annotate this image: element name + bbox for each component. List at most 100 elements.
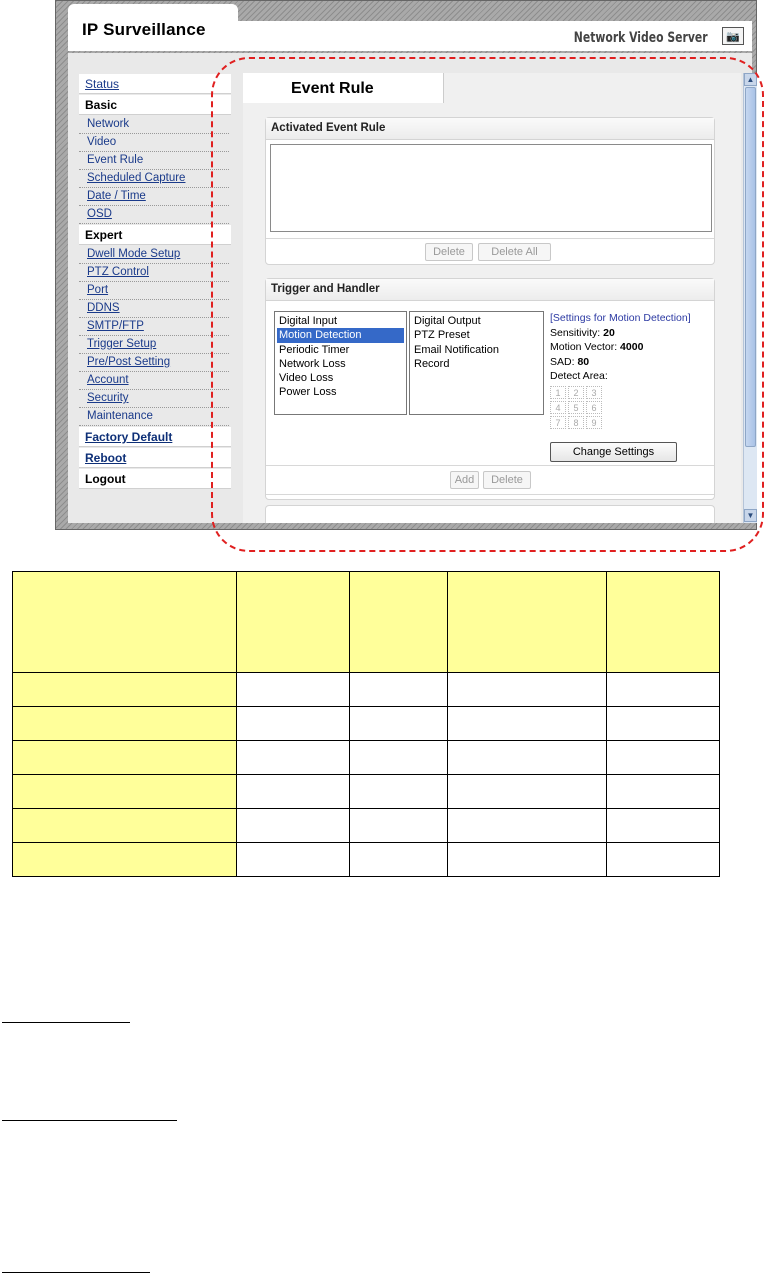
scroll-up-icon[interactable]: ▲ <box>744 73 757 86</box>
sidebar-item-smtp-ftp[interactable]: SMTP/FTP <box>79 318 229 336</box>
table-cell <box>349 706 448 741</box>
sensitivity-label: Sensitivity: <box>550 326 601 339</box>
list-item[interactable]: Email Notification <box>412 343 541 357</box>
list-item[interactable]: Network Loss <box>277 357 404 371</box>
sidebar-item-account[interactable]: Account <box>79 372 229 390</box>
sensitivity-value: 20 <box>603 326 615 339</box>
table-row <box>12 842 720 877</box>
document-table <box>12 571 720 877</box>
detect-area-grid: 1 2 3 4 5 6 7 8 9 <box>550 385 691 429</box>
detect-area-cell: 5 <box>568 400 584 414</box>
scroll-down-icon[interactable]: ▼ <box>744 509 757 522</box>
activated-rule-list[interactable] <box>270 144 712 232</box>
scroll-thumb[interactable] <box>745 87 756 447</box>
table-cell <box>349 672 448 707</box>
trigger-delete-button[interactable]: Delete <box>483 471 531 489</box>
detect-area-cell: 3 <box>586 385 602 399</box>
list-item[interactable]: Digital Input <box>277 314 404 328</box>
table-row-label <box>12 774 237 809</box>
table-row-label <box>12 706 237 741</box>
change-settings-button[interactable]: Change Settings <box>550 442 677 462</box>
table-cell <box>447 842 607 877</box>
detect-area-cell: 2 <box>568 385 584 399</box>
sidebar-item-dwell-mode[interactable]: Dwell Mode Setup <box>79 246 229 264</box>
sidebar-item-logout[interactable]: Logout <box>79 469 231 489</box>
table-cell <box>447 706 607 741</box>
list-item[interactable]: Record <box>412 357 541 371</box>
vertical-scrollbar[interactable]: ▲ ▼ <box>743 73 757 523</box>
section-heading: Activated Event Rule <box>266 118 714 140</box>
divider <box>266 238 714 239</box>
table-row-label <box>12 808 237 843</box>
trigger-list[interactable]: Digital Input Motion Detection Periodic … <box>274 311 407 415</box>
content-area: Status Basic Network Video Event Rule Sc… <box>68 53 757 523</box>
detect-area-label: Detect Area: <box>550 370 608 382</box>
table-cell <box>447 672 607 707</box>
table-header-cell <box>12 571 237 673</box>
sidebar-section-expert: Expert <box>79 225 231 245</box>
sidebar-item-date-time[interactable]: Date / Time <box>79 188 229 206</box>
sidebar-item-security[interactable]: Security <box>79 390 229 408</box>
motion-vector-label: Motion Vector: <box>550 341 618 353</box>
table-row <box>12 706 720 741</box>
heading-underline <box>2 1272 150 1273</box>
divider <box>266 465 714 466</box>
detect-area-cell: 1 <box>550 385 566 399</box>
camera-icon[interactable]: 📷 <box>722 27 744 45</box>
list-item[interactable]: Power Loss <box>277 385 404 399</box>
table-header-cell <box>447 571 607 673</box>
add-button[interactable]: Add <box>450 471 479 489</box>
delete-button[interactable]: Delete <box>425 243 473 261</box>
table-header-cell <box>236 571 350 673</box>
sidebar-item-trigger-setup[interactable]: Trigger Setup <box>79 336 229 354</box>
table-cell <box>447 740 607 775</box>
list-item-selected[interactable]: Motion Detection <box>277 328 404 343</box>
table-cell <box>349 740 448 775</box>
table-cell <box>447 774 607 809</box>
sidebar-item-ptz-control[interactable]: PTZ Control <box>79 264 229 282</box>
app-window: Network Video Server 📷 IP Surveillance S… <box>55 0 757 530</box>
page-title: Event Rule <box>291 80 374 97</box>
table-cell <box>349 808 448 843</box>
table-header-row <box>12 571 720 673</box>
table-cell <box>236 740 350 775</box>
list-item[interactable]: Digital Output <box>412 314 541 328</box>
sidebar-item-osd[interactable]: OSD <box>79 206 229 224</box>
detect-area-cell: 8 <box>568 415 584 429</box>
product-name: Network Video Server <box>574 30 708 46</box>
detect-area-cell: 4 <box>550 400 566 414</box>
detect-area-cell: 7 <box>550 415 566 429</box>
delete-all-button[interactable]: Delete All <box>478 243 551 261</box>
heading-underline <box>2 1120 177 1121</box>
table-row <box>12 740 720 775</box>
sidebar-item-maintenance[interactable]: Maintenance <box>79 408 229 426</box>
handler-list[interactable]: Digital Output PTZ Preset Email Notifica… <box>409 311 544 415</box>
list-item[interactable]: PTZ Preset <box>412 328 541 342</box>
main-panel: Event Rule Activated Event Rule Delete D… <box>243 73 741 523</box>
sidebar-item-pre-post-setting[interactable]: Pre/Post Setting <box>79 354 229 372</box>
table-cell <box>236 672 350 707</box>
sad-label: SAD: <box>550 355 575 368</box>
sidebar-item-port[interactable]: Port <box>79 282 229 300</box>
sidebar-item-ddns[interactable]: DDNS <box>79 300 229 318</box>
app-title: IP Surveillance <box>82 20 206 39</box>
sidebar: Status Basic Network Video Event Rule Sc… <box>79 74 231 490</box>
sidebar-item-status[interactable]: Status <box>79 74 231 94</box>
list-item[interactable]: Video Loss <box>277 371 404 385</box>
table-cell <box>606 672 720 707</box>
sidebar-item-reboot[interactable]: Reboot <box>79 448 231 468</box>
heading-underline <box>2 1022 130 1023</box>
sidebar-item-network[interactable]: Network <box>79 116 229 134</box>
sidebar-item-scheduled-capture[interactable]: Scheduled Capture <box>79 170 229 188</box>
table-cell <box>447 808 607 843</box>
table-cell <box>606 842 720 877</box>
list-item[interactable]: Periodic Timer <box>277 343 404 357</box>
table-cell <box>236 808 350 843</box>
sidebar-section-basic: Basic <box>79 95 231 115</box>
sidebar-item-event-rule[interactable]: Event Rule <box>79 152 229 170</box>
sidebar-item-video[interactable]: Video <box>79 134 229 152</box>
section-heading: Trigger and Handler <box>266 279 714 301</box>
header-tab: IP Surveillance <box>68 4 238 48</box>
sidebar-item-factory-default[interactable]: Factory Default <box>79 427 231 447</box>
table-header-cell <box>606 571 720 673</box>
